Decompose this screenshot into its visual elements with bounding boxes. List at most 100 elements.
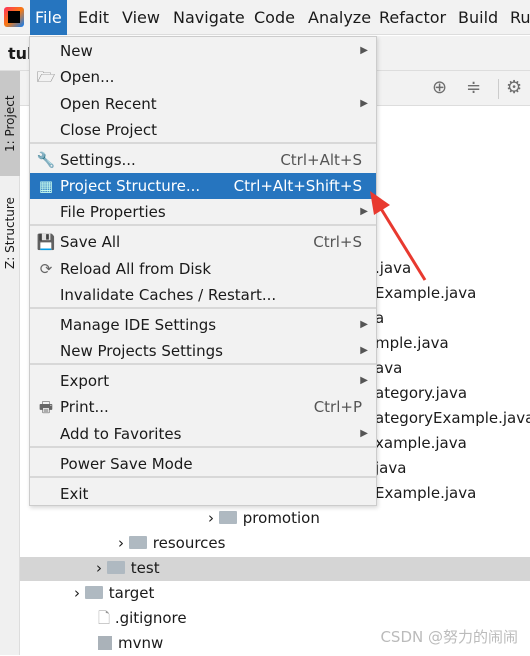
menu-item-new[interactable]: New ▶ — [30, 38, 376, 64]
menu-item-open[interactable]: 🗁 Open... — [30, 64, 376, 90]
menu-bar: File Edit View Navigate Code Analyze Ref… — [0, 0, 530, 35]
intellij-logo-icon — [4, 7, 24, 27]
tab-project-label: 1: Project — [3, 95, 17, 152]
submenu-arrow-icon: ▶ — [360, 319, 368, 330]
project-structure-icon: ▦ — [38, 177, 54, 195]
tree-item[interactable]: ategory.java — [375, 381, 467, 406]
tree-item[interactable]: ategoryExample.java — [375, 406, 530, 431]
tree-item-resources[interactable]: › resources — [118, 531, 225, 556]
tree-item[interactable]: ava — [375, 356, 402, 381]
tab-structure[interactable]: Z: Structure — [0, 183, 20, 283]
chevron-right-icon[interactable]: › — [208, 509, 214, 527]
submenu-arrow-icon: ▶ — [360, 45, 368, 56]
tab-structure-label: Z: Structure — [3, 197, 17, 269]
watermark: CSDN @努力的闹闹 — [380, 628, 518, 646]
submenu-arrow-icon: ▶ — [360, 375, 368, 386]
tree-label: mvnw — [118, 634, 164, 652]
shortcut-label: Ctrl+P — [313, 398, 362, 416]
gear-icon[interactable]: ⚙ — [506, 77, 522, 98]
tree-label: resources — [152, 534, 226, 552]
tree-label: promotion — [242, 509, 320, 527]
locate-icon[interactable]: ⊕ — [432, 77, 447, 98]
shortcut-label: Ctrl+S — [313, 233, 362, 251]
tree-item-target[interactable]: › target — [74, 581, 154, 606]
chevron-right-icon[interactable]: › — [74, 584, 80, 602]
tree-label: .gitignore — [114, 609, 187, 627]
reload-icon: ⟳ — [39, 260, 53, 278]
menu-file[interactable]: File — [30, 0, 67, 35]
menu-item-label: Manage IDE Settings — [60, 316, 217, 334]
tree-item[interactable]: Example.java — [375, 481, 476, 506]
folder-open-icon: 🗁 — [36, 68, 56, 86]
tree-item-gitignore[interactable]: 🗋 .gitignore — [98, 606, 187, 631]
menu-item-save-all[interactable]: 💾 Save All Ctrl+S — [30, 229, 376, 255]
red-arrow-annotation — [370, 191, 427, 281]
menu-item-label: Close Project — [60, 121, 157, 139]
menu-run[interactable]: Ru — [505, 0, 530, 35]
menu-item-label: Power Save Mode — [60, 455, 193, 473]
print-icon: 🖶 — [38, 398, 54, 416]
menu-item-add-to-favorites[interactable]: Add to Favorites ▶ — [30, 421, 376, 447]
menu-item-invalidate-caches-restart[interactable]: Invalidate Caches / Restart... — [30, 282, 376, 308]
folder-icon — [218, 511, 237, 524]
menu-item-label: File Properties — [60, 203, 166, 221]
menu-item-label: New — [60, 42, 93, 60]
menu-item-print[interactable]: 🖶 Print... Ctrl+P — [30, 394, 376, 420]
folder-icon — [84, 586, 103, 599]
menu-item-label: New Projects Settings — [60, 342, 223, 360]
menu-item-label: Print... — [60, 398, 109, 416]
menu-item-close-project[interactable]: Close Project — [30, 117, 376, 143]
menu-item-reload-all-from-disk[interactable]: ⟳ Reload All from Disk — [30, 256, 376, 282]
menu-item-export[interactable]: Export ▶ — [30, 368, 376, 394]
folder-icon — [106, 561, 125, 574]
submenu-arrow-icon: ▶ — [360, 345, 368, 356]
chevron-right-icon[interactable]: › — [118, 534, 124, 552]
tree-item[interactable]: mple.java — [375, 331, 449, 356]
menu-item-manage-ide-settings[interactable]: Manage IDE Settings ▶ — [30, 312, 376, 338]
script-file-icon — [98, 636, 112, 650]
menu-item-label: Exit — [60, 485, 89, 503]
menu-analyze[interactable]: Analyze — [303, 0, 376, 35]
menu-item-label: Project Structure... — [60, 177, 201, 195]
menu-item-label: Open Recent — [60, 95, 157, 113]
menu-refactor[interactable]: Refactor — [374, 0, 451, 35]
menu-navigate[interactable]: Navigate — [168, 0, 250, 35]
menu-item-open-recent[interactable]: Open Recent ▶ — [30, 91, 376, 117]
menu-item-new-projects-settings[interactable]: New Projects Settings ▶ — [30, 338, 376, 364]
ignored-file-icon: 🗋 — [98, 609, 111, 627]
tree-item-mvnw[interactable]: mvnw — [98, 631, 163, 656]
menu-code[interactable]: Code — [249, 0, 300, 35]
tree-label: test — [130, 559, 160, 577]
tab-project[interactable]: 1: Project — [0, 71, 20, 176]
save-icon: 💾 — [36, 233, 56, 251]
menu-item-label: Add to Favorites — [60, 425, 182, 443]
tree-label: target — [108, 584, 155, 602]
collapse-icon[interactable]: ≑ — [466, 77, 481, 98]
menu-item-file-properties[interactable]: File Properties ▶ — [30, 199, 376, 225]
chevron-right-icon[interactable]: › — [96, 559, 102, 577]
shortcut-label: Ctrl+Alt+S — [280, 151, 362, 169]
menu-item-label: Open... — [60, 68, 115, 86]
submenu-arrow-icon: ▶ — [360, 98, 368, 109]
wrench-icon: 🔧 — [36, 151, 56, 169]
left-tool-strip: 1: Project Z: Structure — [0, 71, 20, 655]
menu-item-label: Invalidate Caches / Restart... — [60, 286, 277, 304]
menu-item-label: Save All — [60, 233, 121, 251]
tree-item[interactable]: java — [375, 456, 406, 481]
folder-icon — [128, 536, 147, 549]
shortcut-label: Ctrl+Alt+Shift+S — [233, 177, 362, 195]
menu-view[interactable]: View — [117, 0, 165, 35]
menu-build[interactable]: Build — [453, 0, 503, 35]
menu-item-power-save-mode[interactable]: Power Save Mode — [30, 451, 376, 477]
tree-item-promotion[interactable]: › promotion — [208, 506, 320, 531]
menu-item-project-structure[interactable]: ▦ Project Structure... Ctrl+Alt+Shift+S — [30, 173, 376, 199]
menu-edit[interactable]: Edit — [73, 0, 114, 35]
menu-item-exit[interactable]: Exit — [30, 481, 376, 507]
tree-item-test[interactable]: › test — [96, 556, 160, 581]
divider — [498, 79, 499, 99]
tree-item[interactable]: xample.java — [375, 431, 467, 456]
menu-item-label: Settings... — [60, 151, 136, 169]
menu-item-settings[interactable]: 🔧 Settings... Ctrl+Alt+S — [30, 147, 376, 173]
menu-item-label: Export — [60, 372, 110, 390]
submenu-arrow-icon: ▶ — [360, 428, 368, 439]
